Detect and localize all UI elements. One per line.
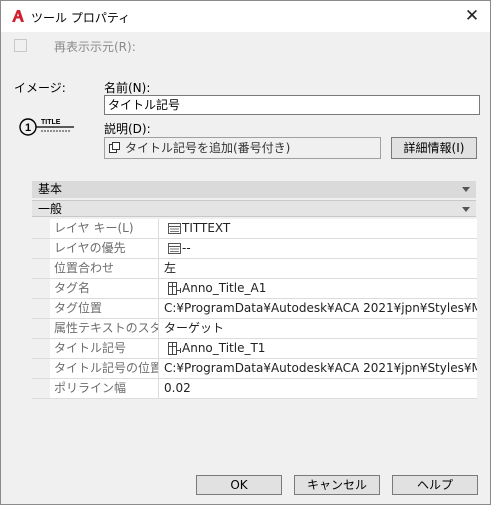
close-button[interactable]: ✕ [458, 3, 486, 29]
property-name: タイトル記号の位置 [50, 359, 159, 378]
property-name: タグ位置 [50, 299, 159, 318]
property-row-tag-location[interactable]: タグ位置 C:¥ProgramData¥Autodesk¥ACA 2021¥jp… [32, 299, 477, 319]
property-value[interactable]: -- [164, 239, 477, 258]
description-field[interactable]: タイトル記号を追加(番号付き) [104, 137, 381, 159]
property-value[interactable]: ターゲット [164, 319, 477, 338]
collapse-triangle-icon [462, 187, 470, 192]
cancel-button[interactable]: キャンセル [294, 475, 380, 495]
name-input[interactable]: タイトル記号 [104, 95, 480, 115]
ok-button[interactable]: OK [196, 475, 282, 495]
property-row-title-mark-location[interactable]: タイトル記号の位置 C:¥ProgramData¥Autodesk¥ACA 20… [32, 359, 477, 379]
property-name: 属性テキストのスタイ… [50, 319, 159, 338]
tool-properties-dialog: ツール プロパティ ✕ 再表示示元(R): イメージ: 1 TITLE 名前(N… [0, 0, 491, 505]
row-gutter [32, 339, 50, 358]
property-name: 位置合わせ [50, 259, 159, 278]
property-value[interactable]: C:¥ProgramData¥Autodesk¥ACA 2021¥jpn¥Sty… [164, 359, 477, 378]
property-row-title-mark[interactable]: タイトル記号 Anno_Title_T1 [32, 339, 477, 359]
row-gutter [32, 359, 50, 378]
description-label: 説明(D): [104, 122, 151, 136]
row-gutter [32, 379, 50, 398]
property-row-tag-name[interactable]: タグ名 Anno_Title_A1 [32, 279, 477, 299]
help-button[interactable]: ヘルプ [392, 475, 478, 495]
name-label: 名前(N): [104, 81, 151, 95]
row-gutter [32, 219, 50, 238]
property-name: タグ名 [50, 279, 159, 298]
redisplay-label: 再表示示元(R): [54, 40, 136, 54]
collapse-triangle-icon [462, 207, 470, 212]
preview-number: 1 [25, 122, 31, 134]
property-value-text: Anno_Title_T1 [182, 341, 266, 355]
section-general[interactable]: 一般 [32, 200, 476, 217]
layer-key-icon [168, 223, 181, 234]
row-gutter [32, 259, 50, 278]
row-gutter [32, 299, 50, 318]
row-gutter [32, 239, 50, 258]
row-gutter [32, 279, 50, 298]
property-value[interactable]: 左 [164, 259, 477, 278]
preview-title-text: TITLE [41, 119, 61, 126]
image-label: イメージ: [14, 81, 66, 95]
property-value-text: -- [182, 241, 191, 255]
property-row-polyline-width[interactable]: ポリライン幅 0.02 [32, 379, 477, 399]
redisplay-checkbox[interactable] [14, 39, 27, 52]
property-name: レイヤ キー(L) [50, 219, 159, 238]
property-row-layer-key[interactable]: レイヤ キー(L) TITTEXT [32, 219, 477, 239]
property-grid: レイヤ キー(L) TITTEXT レイヤの優先 -- 位置合わせ 左 タグ名 … [32, 219, 477, 399]
section-general-label: 一般 [38, 202, 63, 216]
property-name: タイトル記号 [50, 339, 159, 358]
autocad-app-icon [12, 10, 24, 22]
close-icon: ✕ [464, 6, 480, 26]
detail-info-button[interactable]: 詳細情報(I) [391, 137, 477, 159]
section-basic[interactable]: 基本 [32, 181, 476, 198]
section-basic-label: 基本 [38, 182, 63, 196]
property-row-attribute-text-style[interactable]: 属性テキストのスタイ… ターゲット [32, 319, 477, 339]
property-value[interactable]: 0.02 [164, 379, 477, 398]
tool-image-preview[interactable]: 1 TITLE [18, 115, 78, 143]
block-icon [168, 342, 181, 355]
property-value[interactable]: TITTEXT [164, 219, 477, 238]
layer-override-icon [168, 243, 181, 254]
window-title: ツール プロパティ [31, 11, 131, 25]
property-row-layer-override[interactable]: レイヤの優先 -- [32, 239, 477, 259]
row-gutter [32, 319, 50, 338]
property-value[interactable]: Anno_Title_A1 [164, 279, 477, 298]
property-value[interactable]: Anno_Title_T1 [164, 339, 477, 358]
property-name: レイヤの優先 [50, 239, 159, 258]
description-icon [109, 142, 120, 153]
description-text: タイトル記号を追加(番号付き) [125, 141, 291, 155]
block-icon [168, 282, 181, 295]
property-name: ポリライン幅 [50, 379, 159, 398]
property-value-text: TITTEXT [182, 221, 231, 235]
property-value[interactable]: C:¥ProgramData¥Autodesk¥ACA 2021¥jpn¥Sty… [164, 299, 477, 318]
property-value-text: Anno_Title_A1 [182, 281, 267, 295]
property-row-alignment[interactable]: 位置合わせ 左 [32, 259, 477, 279]
title-bar: ツール プロパティ ✕ [1, 1, 490, 32]
